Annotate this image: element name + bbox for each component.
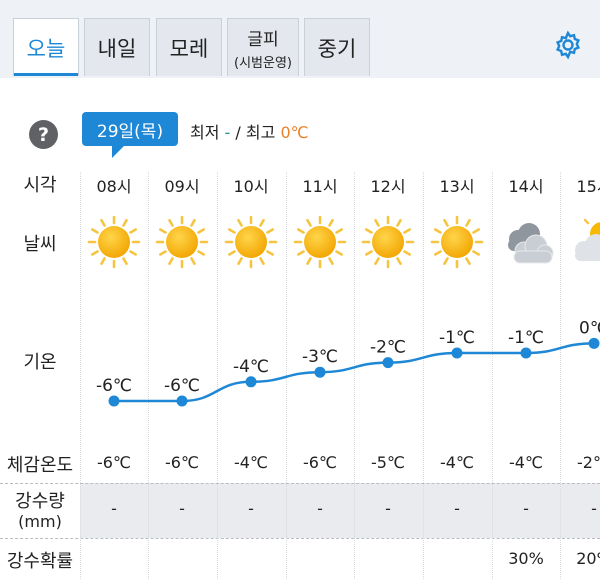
precip-value: - [385, 499, 391, 518]
temperature-label: -3℃ [302, 347, 338, 367]
temperature-label: -4℃ [233, 357, 269, 377]
precip-value: - [454, 499, 460, 518]
feels-like-value: -5℃ [371, 453, 405, 472]
feels-like-value: -4℃ [509, 453, 543, 472]
feels-like-value: -4℃ [440, 453, 474, 472]
feels-like-value: -4℃ [234, 453, 268, 472]
temperature-point [108, 395, 120, 407]
precip-value: - [248, 499, 254, 518]
precip-value: - [591, 499, 597, 518]
temperature-label: -6℃ [96, 376, 132, 396]
temperature-point [382, 357, 394, 369]
temperature-point [245, 376, 257, 388]
feels-like-value: -6℃ [97, 453, 131, 472]
precip-prob-value: 30% [508, 549, 544, 568]
precip-value: - [317, 499, 323, 518]
temperature-label: -1℃ [508, 328, 544, 348]
temperature-label: -6℃ [164, 376, 200, 396]
feels-like-value: -2℃ [577, 453, 600, 472]
precip-value: - [111, 499, 117, 518]
precip-value: - [523, 499, 529, 518]
temperature-line-chart: -6℃ -6℃ -4℃ -3℃ -2℃ -1℃ -1℃ 0℃ [96, 318, 600, 407]
precip-value: - [179, 499, 185, 518]
feels-like-value: -6℃ [303, 453, 337, 472]
temperature-point [314, 366, 326, 378]
temperature-point [451, 347, 463, 359]
temperature-label: 0℃ [579, 318, 600, 338]
feels-like-value: -6℃ [165, 453, 199, 472]
temperature-label: -1℃ [439, 328, 475, 348]
temperature-point [588, 337, 600, 349]
temperature-point [520, 347, 532, 359]
temperature-point [176, 395, 188, 407]
temperature-label: -2℃ [370, 338, 406, 358]
precip-prob-value: 20% [576, 549, 600, 568]
